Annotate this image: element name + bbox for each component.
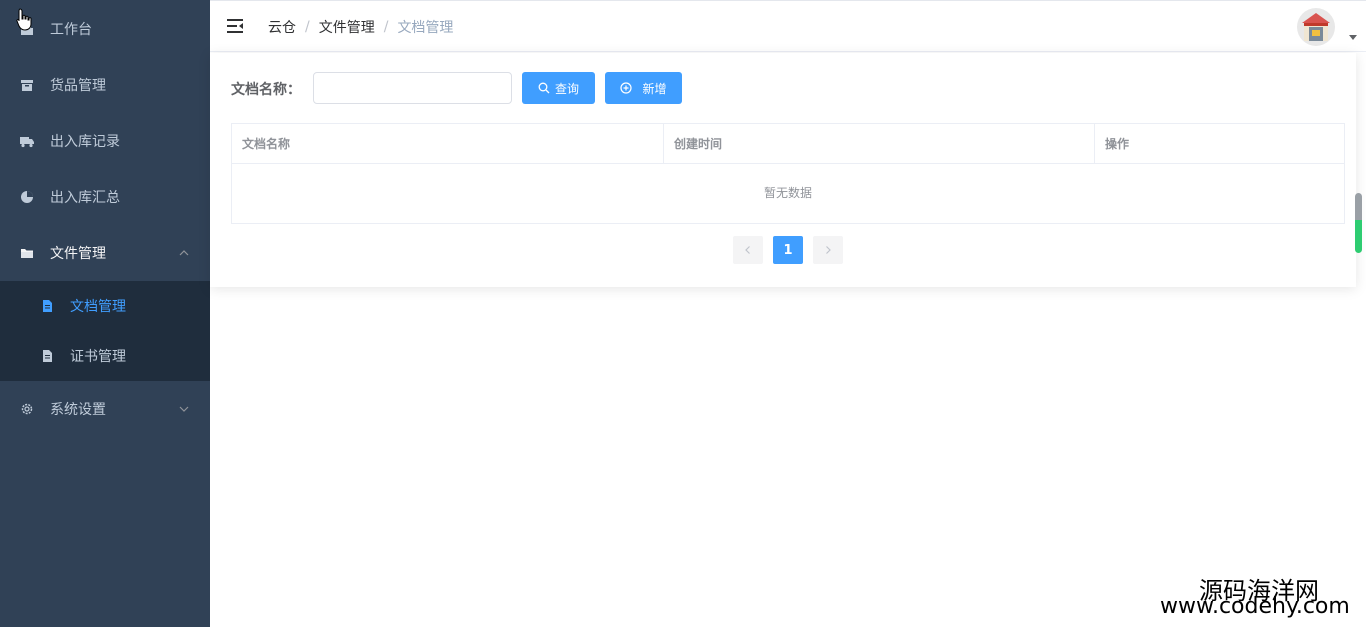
sidebar-item-label: 文档管理 bbox=[70, 299, 126, 315]
column-header-actions: 操作 bbox=[1105, 137, 1130, 151]
query-button-label: 查询 bbox=[554, 81, 579, 96]
sidebar-item-label: 证书管理 bbox=[70, 349, 126, 365]
table-header: 文档名称 创建时间 操作 bbox=[232, 124, 1344, 164]
chevron-down-icon bbox=[178, 403, 190, 415]
breadcrumb-item[interactable]: 文件管理 bbox=[319, 17, 375, 37]
pie-chart-icon bbox=[20, 190, 34, 204]
column-header-created-time: 创建时间 bbox=[664, 124, 1095, 164]
caret-down-icon[interactable] bbox=[1349, 35, 1357, 40]
sidebar-item-inout-records[interactable]: 出入库记录 bbox=[0, 113, 210, 169]
breadcrumb: 云仓 / 文件管理 / 文档管理 bbox=[268, 17, 453, 37]
empty-state-text: 暂无数据 bbox=[763, 186, 812, 200]
breadcrumb-item-current: 文档管理 bbox=[397, 20, 454, 36]
breadcrumb-separator: / bbox=[383, 19, 389, 35]
avatar[interactable] bbox=[1296, 7, 1336, 47]
sidebar-item-label: 系统设置 bbox=[50, 402, 106, 418]
gear-icon bbox=[20, 402, 34, 416]
document-name-input[interactable] bbox=[313, 72, 512, 104]
top-navbar: 云仓 / 文件管理 / 文档管理 bbox=[210, 0, 1366, 52]
vertical-scrollbar[interactable] bbox=[1355, 193, 1362, 253]
chevron-up-icon bbox=[178, 247, 190, 259]
document-icon bbox=[40, 349, 54, 363]
page-number-button[interactable]: 1 bbox=[773, 236, 803, 264]
add-circle-icon bbox=[620, 82, 633, 94]
sidebar-item-label: 文件管理 bbox=[50, 246, 106, 262]
sidebar-item-inout-summary[interactable]: 出入库汇总 bbox=[0, 169, 210, 225]
column-header-document-name: 文档名称 bbox=[232, 124, 664, 164]
file-management-submenu: 文档管理 证书管理 bbox=[0, 281, 210, 381]
box-icon bbox=[20, 78, 34, 92]
sidebar-item-certificate-management[interactable]: 证书管理 bbox=[0, 331, 210, 381]
add-button-label: 新增 bbox=[642, 81, 667, 96]
content-card: 文档名称： 查询 新增 文档名称 创建时间 操作 暂无数据 1 bbox=[210, 53, 1356, 287]
folder-icon bbox=[20, 246, 34, 260]
sidebar-item-label: 工作台 bbox=[50, 22, 92, 38]
sidebar-item-document-management[interactable]: 文档管理 bbox=[0, 281, 210, 331]
sidebar-toggle-icon[interactable] bbox=[226, 17, 244, 35]
sidebar-item-file-management[interactable]: 文件管理 bbox=[0, 225, 210, 281]
prev-page-button[interactable] bbox=[733, 236, 763, 264]
hand-cursor-icon bbox=[16, 8, 34, 32]
add-button[interactable]: 新增 bbox=[605, 72, 682, 104]
search-icon bbox=[538, 82, 550, 94]
sidebar-item-goods[interactable]: 货品管理 bbox=[0, 57, 210, 113]
query-button[interactable]: 查询 bbox=[522, 72, 595, 104]
document-icon bbox=[40, 299, 54, 313]
sidebar: 工作台 货品管理 出入库记录 出入库汇总 文件管理 文档管理 证书管理 系统设置 bbox=[0, 0, 210, 627]
breadcrumb-item[interactable]: 云仓 bbox=[268, 17, 296, 37]
sidebar-item-label: 出入库汇总 bbox=[50, 190, 120, 206]
sidebar-item-system-settings[interactable]: 系统设置 bbox=[0, 381, 210, 437]
watermark-url: www.codehy.com bbox=[1160, 594, 1350, 619]
sidebar-item-label: 货品管理 bbox=[50, 78, 106, 94]
document-name-label: 文档名称： bbox=[231, 82, 301, 98]
truck-icon bbox=[20, 134, 34, 148]
document-table: 文档名称 创建时间 操作 暂无数据 bbox=[231, 123, 1345, 224]
next-page-button[interactable] bbox=[813, 236, 843, 264]
breadcrumb-separator: / bbox=[305, 19, 310, 35]
sidebar-item-label: 出入库记录 bbox=[50, 134, 120, 150]
